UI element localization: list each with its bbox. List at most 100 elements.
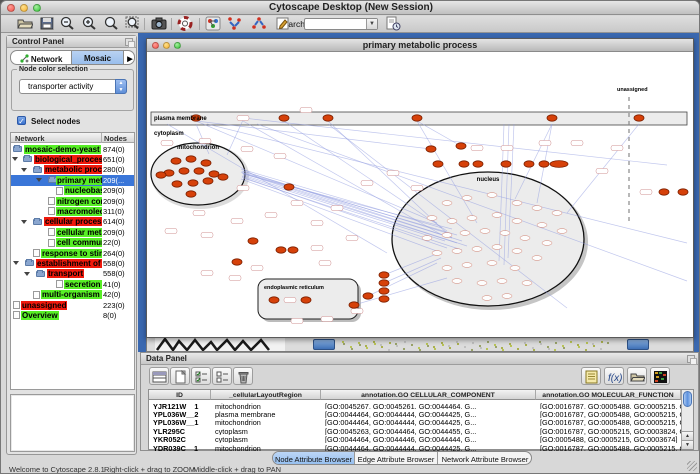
dropdown-stepper-icon[interactable]: ▲▼ <box>115 79 127 94</box>
float-panel-icon[interactable] <box>125 38 133 46</box>
node-label[interactable] <box>411 186 423 191</box>
selected-node[interactable] <box>547 115 557 121</box>
node-label[interactable] <box>251 266 263 271</box>
layout-b-icon[interactable] <box>251 16 269 32</box>
attribute-select-icon[interactable] <box>149 367 169 385</box>
node-label[interactable] <box>571 141 583 146</box>
selected-node[interactable] <box>363 293 373 299</box>
create-attribute-icon[interactable] <box>170 367 190 385</box>
table-row[interactable]: YPL036W__1mitochondrion[GO:0044464, GO:0… <box>149 418 681 426</box>
selected-node[interactable] <box>186 156 196 162</box>
node-label[interactable] <box>241 147 253 152</box>
zoom-in-icon[interactable] <box>81 16 99 32</box>
table-row[interactable]: YPL036W__2plasma membrane[GO:0044464, GO… <box>149 409 681 417</box>
nucleus-node[interactable] <box>522 281 532 286</box>
selected-node[interactable] <box>156 172 166 178</box>
notes-icon[interactable] <box>581 367 601 385</box>
nucleus-node[interactable] <box>442 201 452 206</box>
selected-node[interactable] <box>426 146 436 152</box>
node-label[interactable] <box>291 319 303 324</box>
column-header[interactable]: annotation.GO MOLECULAR_FUNCTION <box>536 390 681 400</box>
tree-row[interactable]: metabolic process280(0) <box>11 165 134 175</box>
resize-grip[interactable] <box>687 461 697 471</box>
nucleus-node[interactable] <box>510 266 520 271</box>
selected-node[interactable] <box>659 189 669 195</box>
node-label[interactable] <box>300 108 312 113</box>
nucleus-node[interactable] <box>422 236 432 241</box>
vizmapper-icon[interactable] <box>205 16 223 32</box>
selected-node[interactable] <box>288 247 298 253</box>
tab-overflow-arrow[interactable]: ▶ <box>124 51 135 65</box>
search-dropdown-arrow-icon[interactable]: ▼ <box>366 19 377 29</box>
selected-node[interactable] <box>634 115 644 121</box>
expander-icon[interactable] <box>13 261 19 265</box>
selected-node[interactable] <box>232 259 242 265</box>
expander-icon[interactable] <box>24 272 30 276</box>
selected-node[interactable] <box>539 161 549 167</box>
selected-node[interactable] <box>276 247 286 253</box>
table-row[interactable]: YJR121W__1mitochondrion[GO:0045267, GO:0… <box>149 401 681 409</box>
nucleus-node[interactable] <box>447 219 457 224</box>
selected-node[interactable] <box>179 168 189 174</box>
node-label[interactable] <box>321 317 333 322</box>
tree-row[interactable]: establishment of lo558(0) <box>11 258 134 268</box>
selected-node[interactable] <box>412 115 422 121</box>
attribute-table[interactable]: ID_cellularLayoutRegionannotation.GO CEL… <box>148 389 694 450</box>
expander-icon[interactable] <box>21 220 27 224</box>
zoom-fit-icon[interactable] <box>125 16 143 32</box>
selected-node[interactable] <box>379 296 389 302</box>
nucleus-node[interactable] <box>462 196 472 201</box>
nucleus-node[interactable] <box>492 213 502 218</box>
scrollbar-thumb[interactable] <box>683 391 692 407</box>
node-label[interactable] <box>471 146 483 151</box>
table-row[interactable]: YKR052Ccytoplasm[GO:0044464, GO:0044446,… <box>149 435 681 443</box>
selected-node[interactable] <box>284 184 294 190</box>
node-label[interactable] <box>231 219 243 224</box>
tree-row[interactable]: cellular metabol209(0) <box>11 227 134 237</box>
selected-node[interactable] <box>194 168 204 174</box>
table-scrollbar[interactable]: ▲ ▼ <box>681 390 693 449</box>
nucleus-node[interactable] <box>542 241 552 246</box>
node-label[interactable] <box>201 233 213 238</box>
selected-node[interactable] <box>172 181 182 187</box>
selected-node[interactable] <box>301 297 311 303</box>
snapshot-icon[interactable] <box>151 16 169 32</box>
float-panel-icon[interactable] <box>687 355 695 363</box>
batch-unselect-icon[interactable] <box>212 367 232 385</box>
selected-node[interactable] <box>459 161 469 167</box>
zoom-actual-icon[interactable] <box>103 16 121 32</box>
zoom-out-icon[interactable] <box>59 16 77 32</box>
selected-node[interactable] <box>171 158 181 164</box>
nucleus-node[interactable] <box>452 249 462 254</box>
selected-node[interactable] <box>473 161 483 167</box>
birdseye-view[interactable] <box>10 394 135 452</box>
expander-icon[interactable] <box>21 168 27 172</box>
tree-row[interactable]: primary metabol209(... <box>11 175 134 185</box>
formula-fx-icon[interactable]: f(x) <box>604 367 624 385</box>
tree-row[interactable]: unassigned223(0) <box>11 300 134 310</box>
node-label[interactable] <box>387 171 399 176</box>
node-label[interactable] <box>611 146 623 151</box>
nucleus-node[interactable] <box>442 266 452 271</box>
tab-mosaic[interactable]: Mosaic <box>71 51 124 65</box>
nucleus-node[interactable] <box>467 216 477 221</box>
node-label[interactable] <box>346 236 358 241</box>
nucleus-node[interactable] <box>432 251 442 256</box>
nucleus-node[interactable] <box>532 256 542 261</box>
selected-node[interactable] <box>323 115 333 121</box>
selected-node[interactable] <box>349 302 359 308</box>
selected-node[interactable] <box>678 189 688 195</box>
tree-row[interactable]: nitrogen compo209(0) <box>11 196 134 206</box>
node-label[interactable] <box>229 276 241 281</box>
node-label[interactable] <box>331 206 343 211</box>
tree-row[interactable]: biological_process651(0) <box>11 154 134 164</box>
nucleus-node[interactable] <box>480 229 490 234</box>
nucleus-node[interactable] <box>497 279 507 284</box>
nucleus-node[interactable] <box>472 247 482 252</box>
nucleus-node[interactable] <box>427 216 437 221</box>
selected-node[interactable] <box>188 180 198 186</box>
nucleus-node[interactable] <box>492 245 502 250</box>
selected-node[interactable] <box>201 160 211 166</box>
selected-node[interactable] <box>524 161 534 167</box>
node-label[interactable] <box>351 309 363 314</box>
